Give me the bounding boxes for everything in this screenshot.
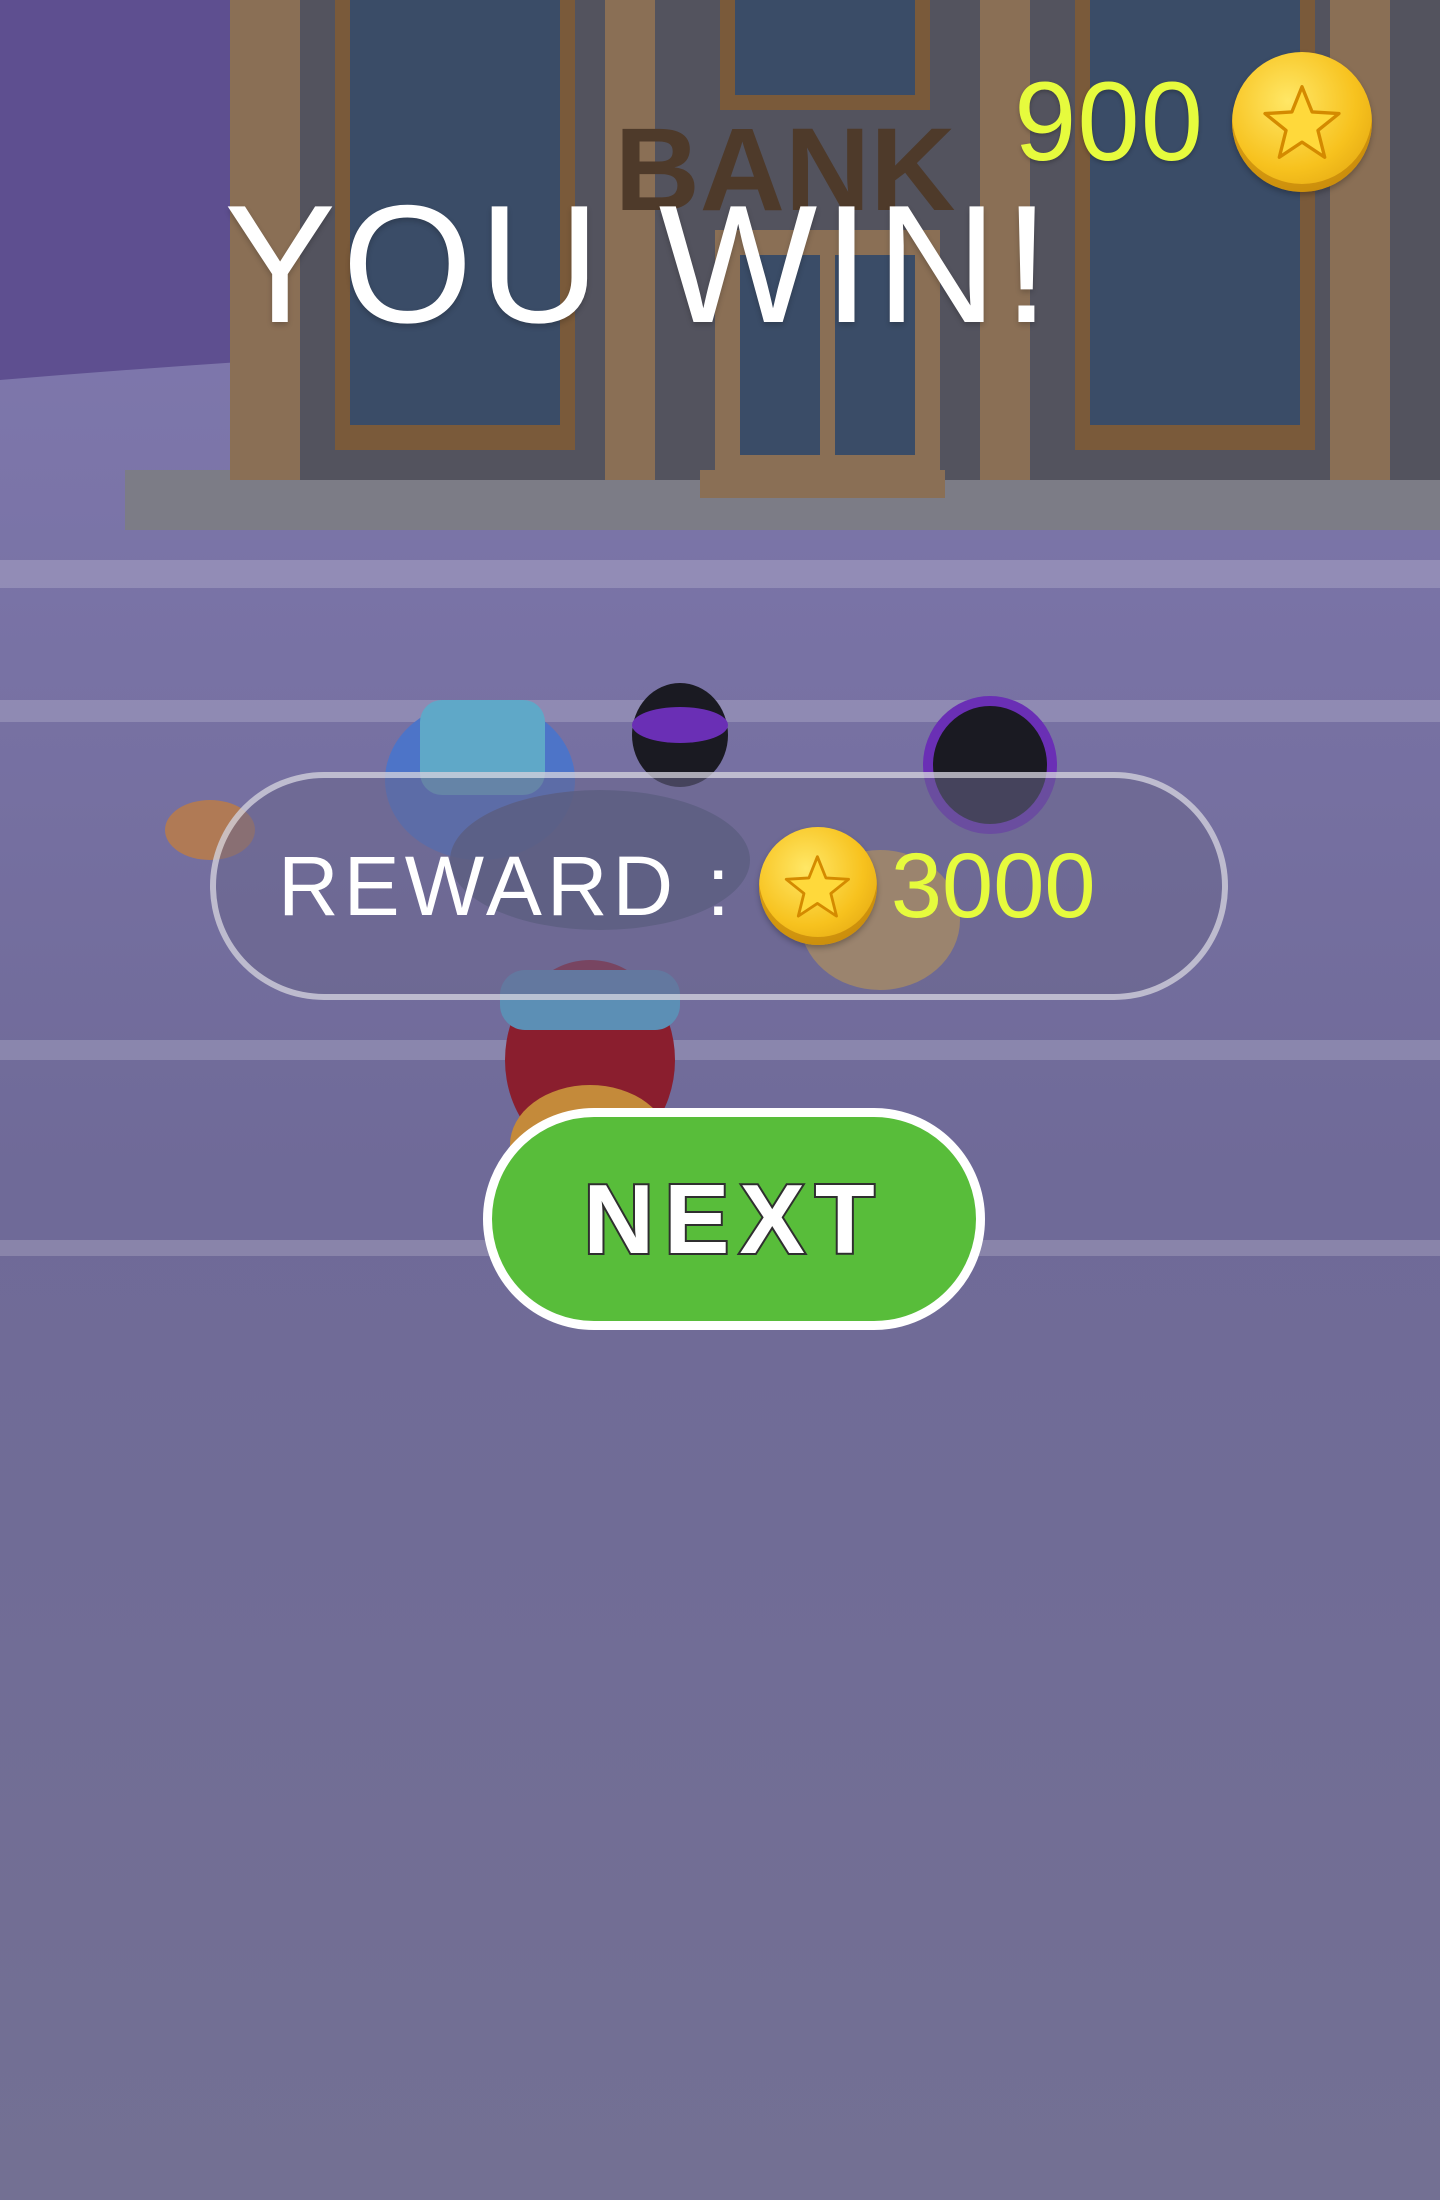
reward-label: REWARD : [278, 839, 735, 933]
star-coin-icon [758, 827, 877, 945]
star-coin-icon [1232, 52, 1372, 192]
next-button-label: NEXT [581, 1164, 885, 1274]
coin-count: 900 [1014, 59, 1204, 184]
win-title: YOU WIN! [224, 170, 1056, 358]
reward-panel: REWARD : 3000 [210, 772, 1228, 1000]
reward-value: 3000 [890, 835, 1096, 937]
next-button[interactable]: NEXT [483, 1108, 985, 1330]
coin-counter: 900 [1014, 52, 1372, 192]
game-screen: BANK 900 YOU WIN! REWARD : 3000 NEXT [0, 0, 1440, 2200]
